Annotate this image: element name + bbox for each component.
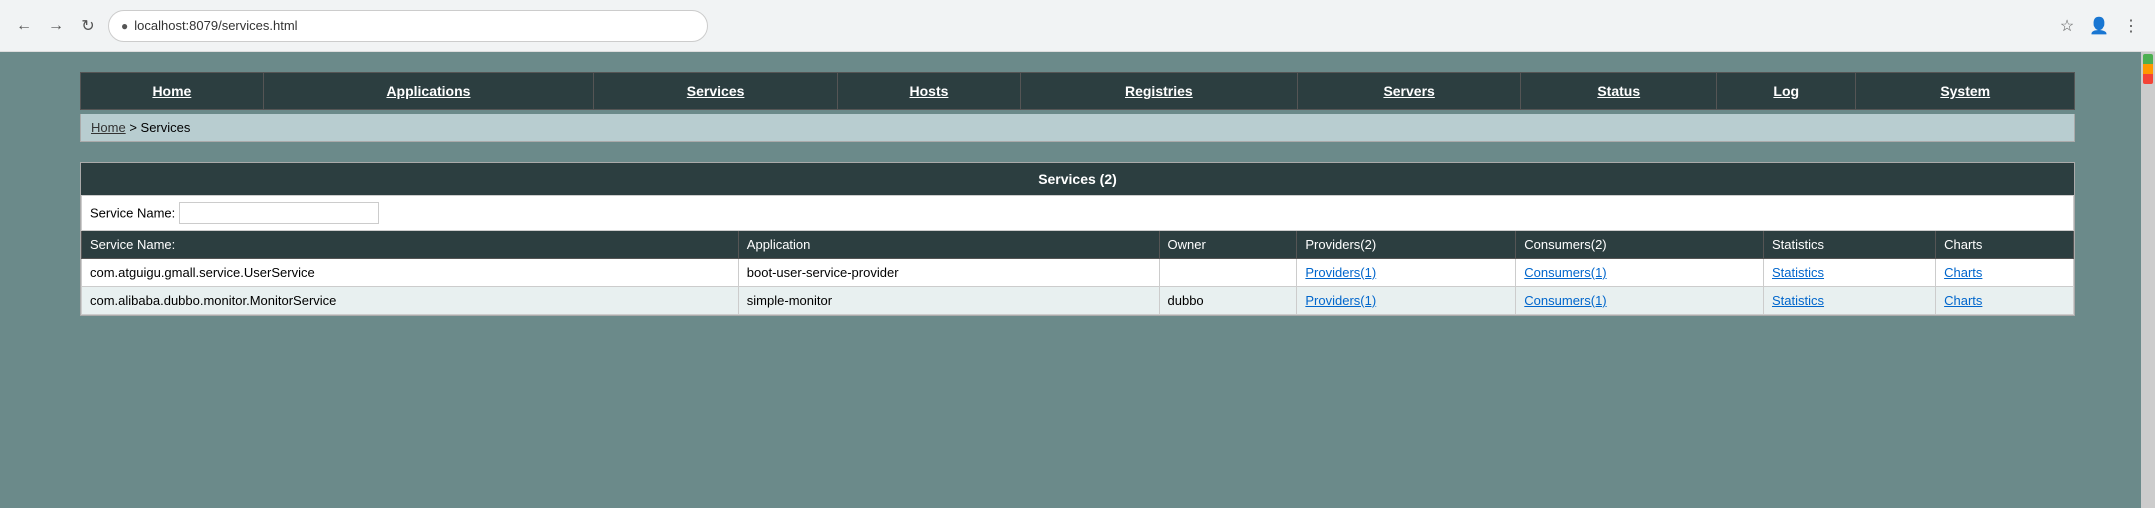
breadcrumb-separator: >: [129, 120, 140, 135]
scrollbar[interactable]: [2141, 52, 2155, 508]
statistics-link[interactable]: Statistics: [1772, 293, 1824, 308]
nav-item-services[interactable]: Services: [594, 73, 838, 110]
providers-link[interactable]: Providers(1): [1305, 265, 1376, 280]
col-consumers: Consumers(2): [1516, 231, 1764, 259]
back-button[interactable]: ←: [12, 14, 36, 38]
filter-cell: Service Name:: [82, 196, 2074, 231]
service-name-input[interactable]: [179, 202, 379, 224]
nav-item-log[interactable]: Log: [1716, 73, 1855, 110]
services-table: Service Name: Service Name: Application …: [81, 195, 2074, 315]
table-row: com.atguigu.gmall.service.UserService bo…: [82, 259, 2074, 287]
nav-item-hosts[interactable]: Hosts: [838, 73, 1021, 110]
col-statistics: Statistics: [1764, 231, 1936, 259]
nav-item-status[interactable]: Status: [1521, 73, 1717, 110]
services-container: Services (2) Service Name: Service Name:…: [80, 162, 2075, 316]
profile-button[interactable]: 👤: [2087, 14, 2111, 38]
col-providers: Providers(2): [1297, 231, 1516, 259]
consumers-cell[interactable]: Consumers(1): [1516, 259, 1764, 287]
nav-item-applications[interactable]: Applications: [263, 73, 593, 110]
menu-button[interactable]: ⋮: [2119, 14, 2143, 38]
nav-table: Home Applications Services Hosts Registr…: [80, 72, 2075, 110]
browser-actions: ☆ 👤 ⋮: [2055, 14, 2143, 38]
col-application: Application: [738, 231, 1159, 259]
url-text: localhost:8079/services.html: [134, 18, 297, 33]
owner-cell: dubbo: [1159, 287, 1297, 315]
service-name-cell: com.atguigu.gmall.service.UserService: [82, 259, 739, 287]
nav-item-system[interactable]: System: [1856, 73, 2075, 110]
nav-item-registries[interactable]: Registries: [1020, 73, 1297, 110]
charts-link[interactable]: Charts: [1944, 293, 1982, 308]
table-row: com.alibaba.dubbo.monitor.MonitorService…: [82, 287, 2074, 315]
page-content: Home Applications Services Hosts Registr…: [0, 52, 2155, 336]
table-header: Service Name: Application Owner Provider…: [82, 231, 2074, 259]
charts-link[interactable]: Charts: [1944, 265, 1982, 280]
charts-cell[interactable]: Charts: [1936, 259, 2074, 287]
statistics-cell[interactable]: Statistics: [1764, 287, 1936, 315]
consumers-link[interactable]: Consumers(1): [1524, 293, 1606, 308]
consumers-link[interactable]: Consumers(1): [1524, 265, 1606, 280]
owner-cell: [1159, 259, 1297, 287]
services-title: Services (2): [81, 163, 2074, 195]
forward-button[interactable]: →: [44, 14, 68, 38]
address-bar[interactable]: ● localhost:8079/services.html: [108, 10, 708, 42]
application-cell: simple-monitor: [738, 287, 1159, 315]
statistics-link[interactable]: Statistics: [1772, 265, 1824, 280]
col-charts: Charts: [1936, 231, 2074, 259]
col-service-name: Service Name:: [82, 231, 739, 259]
charts-cell[interactable]: Charts: [1936, 287, 2074, 315]
col-owner: Owner: [1159, 231, 1297, 259]
nav-item-home[interactable]: Home: [81, 73, 264, 110]
service-name-cell: com.alibaba.dubbo.monitor.MonitorService: [82, 287, 739, 315]
breadcrumb-current: Services: [141, 120, 191, 135]
application-cell: boot-user-service-provider: [738, 259, 1159, 287]
consumers-cell[interactable]: Consumers(1): [1516, 287, 1764, 315]
breadcrumb: Home > Services: [80, 114, 2075, 142]
lock-icon: ●: [121, 19, 128, 33]
scrollbar-thumb: [2143, 54, 2153, 84]
service-name-label: Service Name:: [90, 206, 175, 221]
filter-row: Service Name:: [82, 196, 2074, 231]
refresh-button[interactable]: ↻: [76, 14, 100, 38]
nav-item-servers[interactable]: Servers: [1297, 73, 1521, 110]
statistics-cell[interactable]: Statistics: [1764, 259, 1936, 287]
breadcrumb-home[interactable]: Home: [91, 120, 126, 135]
providers-cell[interactable]: Providers(1): [1297, 287, 1516, 315]
providers-cell[interactable]: Providers(1): [1297, 259, 1516, 287]
providers-link[interactable]: Providers(1): [1305, 293, 1376, 308]
browser-chrome: ← → ↻ ● localhost:8079/services.html ☆ 👤…: [0, 0, 2155, 52]
bookmark-button[interactable]: ☆: [2055, 14, 2079, 38]
